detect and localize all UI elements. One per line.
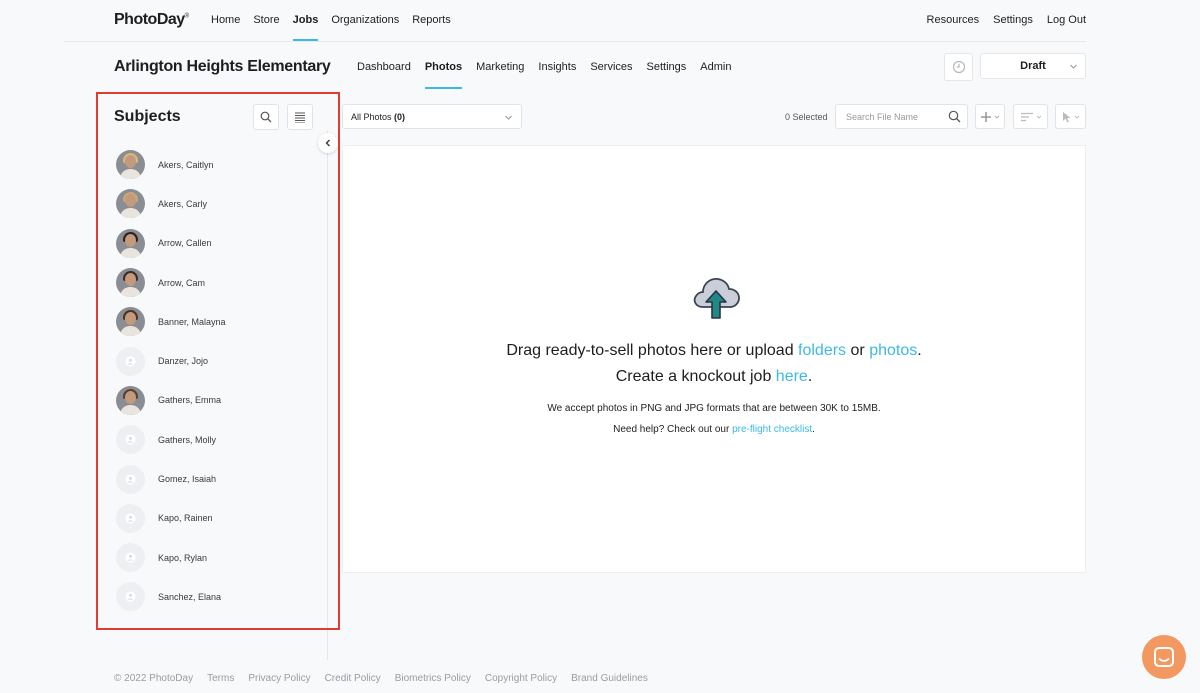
upload-folders-link[interactable]: folders [798,342,846,359]
clock-icon [952,60,965,74]
nav-reports[interactable]: Reports [412,14,451,26]
subjects-highlight-box [96,92,340,630]
chevron-down-icon [505,115,512,120]
chevron-down-icon [1070,64,1077,69]
job-timeline-button[interactable] [944,53,973,81]
create-knockout-link[interactable]: here [776,368,808,385]
dropzone-primary-text: Drag ready-to-sell photos here or upload… [506,342,922,359]
tab-services[interactable]: Services [590,61,632,73]
job-status-select[interactable]: Draft [980,53,1086,79]
photo-filter-select[interactable]: All Photos (0) [342,104,522,129]
nav-divider [64,41,1086,42]
file-search-input[interactable] [836,105,936,128]
chevron-down-icon [1074,115,1079,119]
chevron-down-icon [1036,115,1041,119]
selected-count: 0 Selected [785,112,828,122]
footer-copyright: © 2022 PhotoDay [114,673,194,684]
footer-credit-link[interactable]: Credit Policy [325,673,381,684]
job-tabs: Dashboard Photos Marketing Insights Serv… [357,61,745,89]
top-navigation: PhotoDay® Home Store Jobs Organizations … [0,0,1200,42]
photo-filter-count: (0) [394,111,406,122]
account-nav: Resources Settings Log Out [913,14,1086,26]
dropzone-knockout-text: Create a knockout job here. [615,368,813,385]
footer-brand-link[interactable]: Brand Guidelines [571,673,648,684]
dropzone-help-text: Need help? Check out our pre-flight chec… [613,424,815,435]
photoday-logo[interactable]: PhotoDay® [114,11,189,29]
nav-home[interactable]: Home [211,14,240,26]
plus-icon [981,111,991,122]
search-icon[interactable] [948,110,961,123]
select-tool-button[interactable] [1055,104,1086,129]
tab-insights[interactable]: Insights [538,61,576,73]
photoday-app: PhotoDay® Home Store Jobs Organizations … [0,0,1200,693]
add-photos-button[interactable] [975,104,1005,129]
footer: © 2022 PhotoDay Terms Privacy Policy Cre… [114,673,662,684]
photo-dropzone[interactable]: Drag ready-to-sell photos here or upload… [342,145,1086,573]
nav-organizations[interactable]: Organizations [331,14,399,26]
tab-dashboard[interactable]: Dashboard [357,61,411,73]
tab-marketing[interactable]: Marketing [476,61,524,73]
cloud-upload-icon [693,278,740,319]
pointer-icon [1062,111,1070,122]
nav-logout[interactable]: Log Out [1047,14,1086,26]
nav-jobs[interactable]: Jobs [292,14,318,41]
chat-icon [1154,647,1174,667]
sort-icon [1020,112,1033,121]
file-search [835,104,968,129]
preflight-checklist-link[interactable]: pre-flight checklist [732,424,812,435]
chat-launcher-button[interactable] [1142,635,1186,679]
footer-biometrics-link[interactable]: Biometrics Policy [395,673,471,684]
tab-photos[interactable]: Photos [424,61,463,89]
job-status-label: Draft [1020,60,1046,72]
main-nav: Home Store Jobs Organizations Reports [211,14,464,41]
nav-store[interactable]: Store [253,14,279,26]
tab-admin[interactable]: Admin [700,61,731,73]
job-title: Arlington Heights Elementary [114,58,331,75]
nav-resources[interactable]: Resources [927,14,980,26]
nav-settings[interactable]: Settings [993,14,1033,26]
footer-privacy-link[interactable]: Privacy Policy [248,673,310,684]
photo-filter-label: All Photos [351,111,392,122]
upload-photos-link[interactable]: photos [869,342,917,359]
tab-settings[interactable]: Settings [647,61,687,73]
sort-button[interactable] [1013,104,1048,129]
chevron-down-icon [994,115,1000,119]
footer-terms-link[interactable]: Terms [207,673,234,684]
footer-copyright-policy-link[interactable]: Copyright Policy [485,673,557,684]
dropzone-format-note: We accept photos in PNG and JPG formats … [547,403,881,414]
